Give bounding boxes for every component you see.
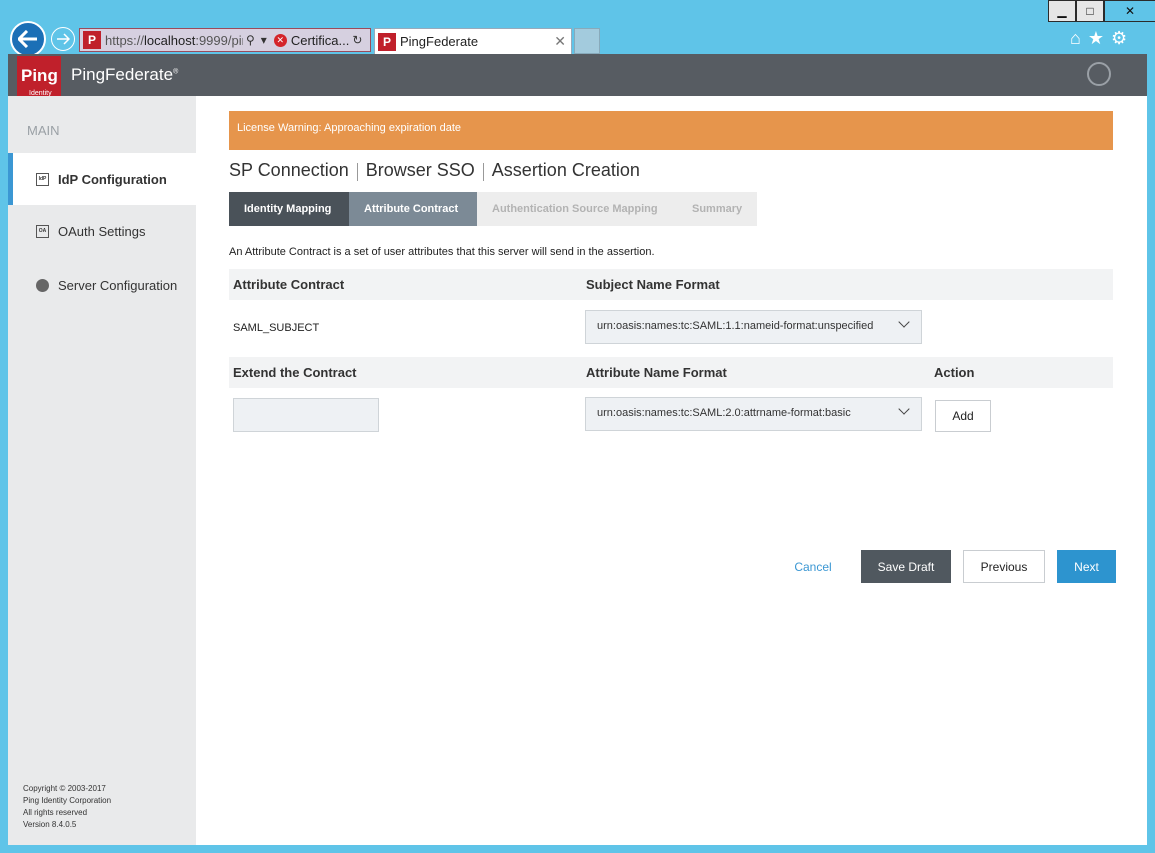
sidebar-item-label: IdP Configuration <box>58 171 167 187</box>
sidebar: MAIN IdP IdP Configuration OA OAuth Sett… <box>8 96 206 845</box>
subject-name-format-select[interactable]: urn:oasis:names:tc:SAML:1.1:nameid-forma… <box>585 310 922 344</box>
chevron-down-icon <box>898 316 910 328</box>
favorites-star-icon[interactable]: ★ <box>1088 28 1104 49</box>
copyright-notice: Copyright © 2003-2017 Ping Identity Corp… <box>23 784 112 829</box>
refresh-icon[interactable]: ↻ <box>352 33 362 47</box>
sidebar-item-label: Server Configuration <box>58 277 178 293</box>
ping-favicon-icon: P <box>83 31 101 49</box>
column-header-attribute-name-format: Attribute Name Format <box>586 365 727 380</box>
app-header: Ping Identity PingFederate® <box>8 54 1147 98</box>
window-bottom-border <box>0 845 1155 853</box>
arrow-right-icon <box>57 33 70 45</box>
sidebar-item-label: OAuth Settings <box>58 223 146 239</box>
add-button[interactable]: Add <box>935 400 991 432</box>
tab-title: PingFederate <box>400 34 479 49</box>
server-icon <box>36 278 49 292</box>
page-description: An Attribute Contract is a set of user a… <box>229 246 655 258</box>
column-header-action: Action <box>934 365 975 380</box>
breadcrumb-sp-connection: SP Connection <box>229 160 349 180</box>
previous-button[interactable]: Previous <box>963 550 1045 583</box>
breadcrumb-separator <box>482 163 484 181</box>
breadcrumb-separator <box>356 163 358 181</box>
breadcrumb: SP Connection Browser SSO Assertion Crea… <box>229 160 640 181</box>
tab-favicon-icon: P <box>378 32 396 51</box>
browser-toolbar-icons: ⌂ ★ ⚙ <box>1070 28 1127 49</box>
license-warning-banner: License Warning: Approaching expiration … <box>229 111 1113 150</box>
arrow-left-icon <box>18 30 37 48</box>
window-controls: ▁ □ ✕ <box>1048 0 1155 22</box>
oauth-icon: OA <box>36 224 49 238</box>
minimize-button[interactable]: ▁ <box>1048 0 1076 22</box>
browser-chrome: ▁ □ ✕ P https://localhost:9999/pir ⚲ ▾ ✕… <box>0 0 1155 57</box>
column-header-subject-name-format: Subject Name Format <box>586 277 720 292</box>
breadcrumb-assertion-creation: Assertion Creation <box>491 160 640 180</box>
next-button[interactable]: Next <box>1057 550 1116 583</box>
sidebar-item-idp-configuration[interactable]: IdP IdP Configuration <box>8 153 206 205</box>
close-window-button[interactable]: ✕ <box>1104 0 1155 22</box>
certificate-error-icon: ✕ <box>273 33 287 47</box>
browser-tab[interactable]: P PingFederate ✕ <box>374 28 572 54</box>
back-button[interactable] <box>10 21 46 57</box>
cancel-button[interactable]: Cancel <box>788 550 838 583</box>
chevron-down-icon <box>898 403 910 415</box>
column-header-attribute-contract: Attribute Contract <box>233 277 345 292</box>
sidebar-item-server-configuration[interactable]: Server Configuration <box>8 259 196 311</box>
search-icon[interactable]: ⚲ <box>246 33 255 47</box>
sidebar-item-oauth-settings[interactable]: OA OAuth Settings <box>8 205 196 257</box>
ping-logo[interactable]: Ping Identity <box>17 56 61 98</box>
save-draft-button[interactable]: Save Draft <box>861 550 951 583</box>
extend-contract-input[interactable] <box>233 398 379 432</box>
tab-identity-mapping[interactable]: Identity Mapping <box>229 192 349 226</box>
contract-table-header: Attribute Contract Subject Name Format <box>229 269 1113 300</box>
sidebar-section-label: MAIN <box>27 123 60 138</box>
tab-summary[interactable]: Summary <box>677 192 757 226</box>
dropdown-arrow-icon[interactable]: ▾ <box>261 33 267 47</box>
user-avatar-icon[interactable] <box>1087 62 1111 86</box>
tab-authentication-source-mapping[interactable]: Authentication Source Mapping <box>477 192 677 226</box>
forward-button[interactable] <box>51 27 75 51</box>
close-tab-icon[interactable]: ✕ <box>554 33 566 50</box>
address-bar[interactable]: P https://localhost:9999/pir ⚲ ▾ ✕ Certi… <box>79 28 371 52</box>
certificate-error-label[interactable]: Certifica... <box>291 33 350 48</box>
column-header-extend-contract: Extend the Contract <box>233 365 357 380</box>
idp-icon: IdP <box>36 172 49 186</box>
new-tab-button[interactable] <box>574 28 600 54</box>
wizard-steps: Identity Mapping Attribute Contract Auth… <box>229 192 757 226</box>
address-url[interactable]: https://localhost:9999/pir <box>105 33 243 48</box>
main-content: License Warning: Approaching expiration … <box>196 96 1147 845</box>
extend-table-header: Extend the Contract Attribute Name Forma… <box>229 357 1113 388</box>
tab-attribute-contract[interactable]: Attribute Contract <box>349 192 477 226</box>
attribute-name-format-select[interactable]: urn:oasis:names:tc:SAML:2.0:attrname-for… <box>585 397 922 431</box>
gear-icon[interactable]: ⚙ <box>1111 28 1127 49</box>
maximize-button[interactable]: □ <box>1076 0 1104 22</box>
attribute-saml-subject: SAML_SUBJECT <box>233 322 320 334</box>
product-name: PingFederate® <box>71 65 179 84</box>
home-icon[interactable]: ⌂ <box>1070 28 1081 49</box>
breadcrumb-browser-sso: Browser SSO <box>365 160 475 180</box>
